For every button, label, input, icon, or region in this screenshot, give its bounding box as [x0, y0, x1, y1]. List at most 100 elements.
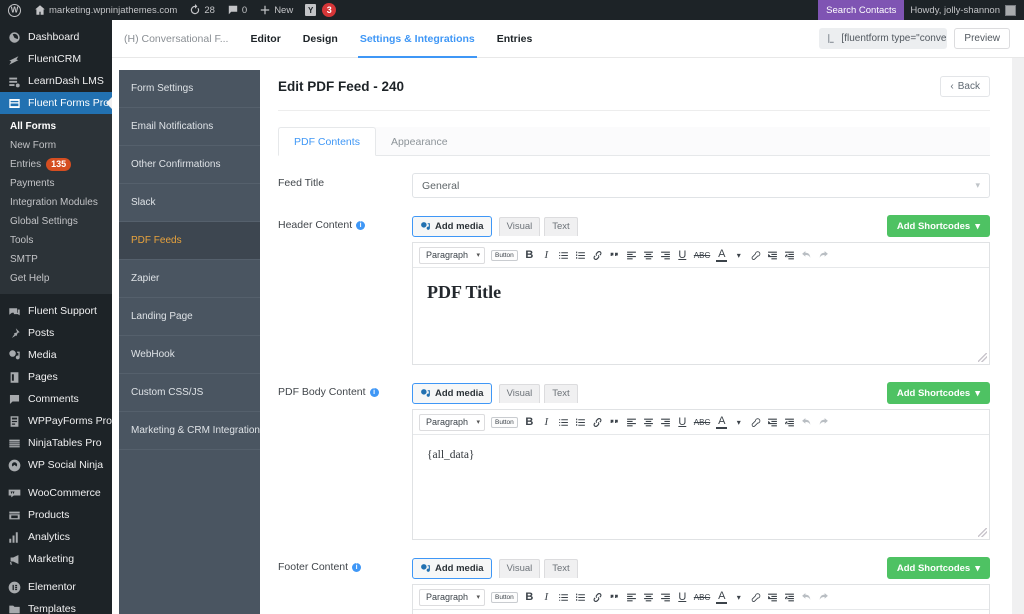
header-content-area[interactable]: PDF Title [413, 268, 989, 364]
comments-button[interactable]: 0 [221, 0, 253, 20]
bullet-list-icon[interactable] [558, 247, 569, 264]
paragraph-format-select[interactable]: Paragraph ▾ [419, 247, 485, 264]
underline-icon[interactable]: U [677, 247, 688, 264]
submenu-item-tools[interactable]: Tools [0, 231, 112, 250]
settings-item-slack[interactable]: Slack [119, 184, 260, 222]
align-center-icon[interactable] [643, 247, 654, 264]
undo-icon[interactable] [801, 414, 812, 431]
add-shortcodes-button[interactable]: Add Shortcodes ▾ [887, 557, 990, 579]
add-media-button[interactable]: Add media [412, 558, 492, 579]
submenu-item-entries[interactable]: Entries 135 [0, 155, 112, 174]
numbered-list-icon[interactable] [575, 414, 586, 431]
underline-icon[interactable]: U [677, 589, 688, 606]
align-right-icon[interactable] [660, 247, 671, 264]
search-contacts-button[interactable]: Search Contacts [818, 0, 904, 20]
visual-tab[interactable]: Visual [499, 559, 541, 578]
submenu-item-smtp[interactable]: SMTP [0, 250, 112, 269]
clear-formatting-icon[interactable] [750, 589, 761, 606]
button-shortcode-chip[interactable]: Button [491, 592, 518, 603]
visual-tab[interactable]: Visual [499, 384, 541, 403]
info-icon[interactable]: i [370, 388, 379, 397]
yoast-seo-button[interactable]: Y 3 [299, 0, 342, 20]
sidebar-item-ninjatables-pro[interactable]: NinjaTables Pro [0, 432, 112, 454]
strikethrough-icon[interactable]: ABC [694, 247, 710, 264]
footer-content-editor[interactable]: Paragraph ▾ Button B I U [412, 584, 990, 614]
text-color-chevron-icon[interactable]: ▾ [733, 247, 744, 264]
sidebar-item-wppayforms-pro[interactable]: WPPayForms Pro [0, 410, 112, 432]
text-color-chevron-icon[interactable]: ▾ [733, 589, 744, 606]
tab-settings-integrations[interactable]: Settings & Integrations [360, 20, 475, 58]
align-left-icon[interactable] [626, 589, 637, 606]
tab-editor[interactable]: Editor [250, 20, 280, 58]
resize-handle[interactable] [978, 353, 987, 362]
admin-sidebar[interactable]: Dashboard FluentCRM LearnDash LMS Fluent… [0, 20, 112, 614]
footer-content-area[interactable] [413, 610, 989, 614]
align-center-icon[interactable] [643, 589, 654, 606]
link-icon[interactable] [592, 247, 603, 264]
indent-icon[interactable] [784, 247, 795, 264]
align-right-icon[interactable] [660, 589, 671, 606]
text-tab[interactable]: Text [544, 559, 577, 578]
align-right-icon[interactable] [660, 414, 671, 431]
info-icon[interactable]: i [352, 563, 361, 572]
sidebar-item-woocommerce[interactable]: WooCommerce [0, 482, 112, 504]
indent-icon[interactable] [784, 414, 795, 431]
strikethrough-icon[interactable]: ABC [694, 589, 710, 606]
undo-icon[interactable] [801, 247, 812, 264]
link-icon[interactable] [592, 589, 603, 606]
wordpress-logo-button[interactable] [0, 0, 28, 20]
redo-icon[interactable] [818, 414, 829, 431]
sidebar-item-analytics[interactable]: Analytics [0, 526, 112, 548]
numbered-list-icon[interactable] [575, 589, 586, 606]
submenu-item-new-form[interactable]: New Form [0, 136, 112, 155]
align-center-icon[interactable] [643, 414, 654, 431]
paragraph-format-select[interactable]: Paragraph ▾ [419, 589, 485, 606]
sidebar-item-fluent-forms-pro[interactable]: Fluent Forms Pro [0, 92, 112, 114]
bold-icon[interactable]: B [524, 414, 535, 431]
numbered-list-icon[interactable] [575, 247, 586, 264]
pdf-body-content-editor[interactable]: Paragraph ▾ Button B I U [412, 409, 990, 540]
blockquote-icon[interactable] [609, 247, 620, 264]
link-icon[interactable] [592, 414, 603, 431]
tab-design[interactable]: Design [303, 20, 338, 58]
sidebar-item-posts[interactable]: Posts [0, 322, 112, 344]
outdent-icon[interactable] [767, 589, 778, 606]
tab-pdf-contents[interactable]: PDF Contents [278, 127, 376, 156]
sidebar-item-templates[interactable]: Templates [0, 598, 112, 614]
shortcode-field[interactable]: [fluentform type="convers [819, 28, 947, 49]
blockquote-icon[interactable] [609, 589, 620, 606]
pdf-body-content-area[interactable]: {all_data} [413, 435, 989, 539]
sidebar-item-fluentcrm[interactable]: FluentCRM [0, 48, 112, 70]
text-color-icon[interactable]: A [716, 591, 727, 604]
clear-formatting-icon[interactable] [750, 414, 761, 431]
settings-item-marketing-crm-integrations[interactable]: Marketing & CRM Integrations [119, 412, 260, 450]
outdent-icon[interactable] [767, 414, 778, 431]
strikethrough-icon[interactable]: ABC [694, 414, 710, 431]
submenu-item-get-help[interactable]: Get Help [0, 269, 112, 288]
settings-item-zapier[interactable]: Zapier [119, 260, 260, 298]
new-content-button[interactable]: New [253, 0, 299, 20]
sidebar-item-wp-social-ninja[interactable]: WP Social Ninja [0, 454, 112, 476]
account-menu[interactable]: Howdy, jolly-shannon [904, 5, 1024, 16]
sidebar-item-comments[interactable]: Comments [0, 388, 112, 410]
visual-tab[interactable]: Visual [499, 217, 541, 236]
sidebar-item-marketing[interactable]: Marketing [0, 548, 112, 570]
sidebar-item-dashboard[interactable]: Dashboard [0, 26, 112, 48]
undo-icon[interactable] [801, 589, 812, 606]
submenu-item-global-settings[interactable]: Global Settings [0, 212, 112, 231]
redo-icon[interactable] [818, 247, 829, 264]
align-left-icon[interactable] [626, 247, 637, 264]
bullet-list-icon[interactable] [558, 414, 569, 431]
sidebar-item-pages[interactable]: Pages [0, 366, 112, 388]
tab-appearance[interactable]: Appearance [376, 128, 463, 155]
preview-button[interactable]: Preview [954, 28, 1010, 49]
text-color-icon[interactable]: A [716, 249, 727, 262]
settings-item-webhook[interactable]: WebHook [119, 336, 260, 374]
add-media-button[interactable]: Add media [412, 216, 492, 237]
blockquote-icon[interactable] [609, 414, 620, 431]
settings-item-form-settings[interactable]: Form Settings [119, 70, 260, 108]
sidebar-item-learndash-lms[interactable]: LearnDash LMS [0, 70, 112, 92]
settings-item-pdf-feeds[interactable]: PDF Feeds [119, 222, 260, 260]
redo-icon[interactable] [818, 589, 829, 606]
submenu-item-payments[interactable]: Payments [0, 174, 112, 193]
